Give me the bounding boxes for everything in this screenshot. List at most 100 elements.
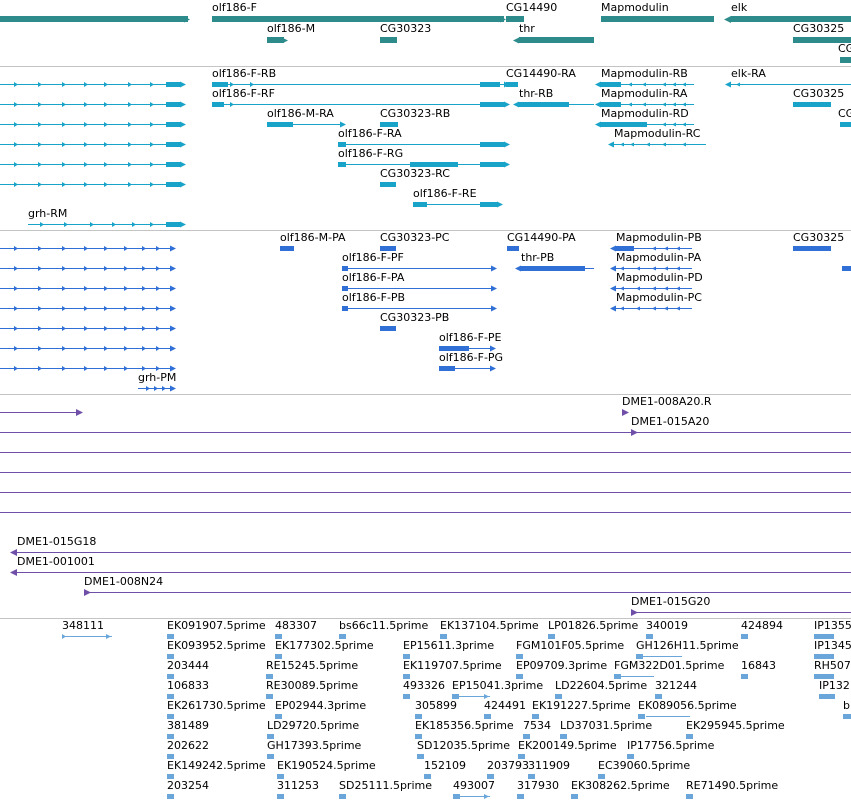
strand-arrow[interactable] [180,221,186,228]
ests-feature-label[interactable]: LD29720.5prime [267,720,359,732]
strand-arrow[interactable] [14,326,18,331]
strand-arrow[interactable] [620,286,624,291]
proteins-feature-label[interactable]: olf186-F-PB [342,292,405,304]
strand-arrow[interactable] [630,142,634,147]
exon-block[interactable] [480,102,504,107]
exon-block[interactable] [506,82,518,87]
strand-arrow[interactable] [156,346,160,351]
est-block[interactable] [686,794,693,799]
exon-block[interactable] [166,82,180,87]
ests-feature-label[interactable]: EK200149.5prime [518,740,617,752]
strand-arrow[interactable] [736,82,740,87]
ests-feature-label[interactable]: RE71490.5prime [686,780,778,792]
strand-arrow[interactable] [104,182,108,187]
strand-arrow[interactable] [62,162,66,167]
ests-feature-label[interactable]: EK137104.5prime [440,620,539,632]
strand-arrow[interactable] [128,162,132,167]
transcripts-feature-label[interactable]: olf186-F-RB [212,68,276,80]
strand-arrow[interactable] [497,201,503,208]
strand-arrow[interactable] [662,122,666,127]
est-block[interactable] [339,794,346,799]
proteins-feature-label[interactable]: olf186-F-PE [439,332,502,344]
gene-glyph[interactable] [0,16,188,22]
genes-feature-label[interactable]: CG30325 [793,23,844,35]
exon-block[interactable] [413,202,427,207]
transcripts-feature-label[interactable]: CG14490-RA [506,68,576,80]
strand-arrow[interactable] [104,266,108,271]
strand-arrow[interactable] [676,286,680,291]
genes-feature-label[interactable]: olf186-F [212,2,257,14]
transcripts-feature-label[interactable]: olf186-F-RA [338,128,402,140]
genes-feature-label[interactable]: elk [731,2,747,14]
ests-feature-label[interactable]: 311909 [528,760,570,772]
ests-feature-label[interactable]: IP132 [819,680,850,692]
strand-arrow[interactable] [672,102,676,107]
strand-arrow[interactable] [128,102,132,107]
strand-arrow[interactable] [170,385,176,392]
ests-feature-label[interactable]: EK190524.5prime [277,760,376,772]
strand-arrow[interactable] [14,306,18,311]
genes-feature-label[interactable]: Mapmodulin [601,2,669,14]
strand-arrow[interactable] [230,102,234,107]
ests-feature-label[interactable]: EP15041.3prime [452,680,543,692]
strand-arrow[interactable] [142,246,146,251]
ests-feature-label[interactable]: SD25111.5prime [339,780,432,792]
exon-block[interactable] [166,182,180,187]
strand-arrow[interactable] [491,285,497,292]
exon-block[interactable] [519,102,569,107]
ests-feature-label[interactable]: 348111 [62,620,104,632]
strand-arrow[interactable] [14,346,18,351]
strand-arrow[interactable] [664,306,668,311]
est-block[interactable] [277,794,284,799]
gene-glyph[interactable] [840,57,851,63]
strand-arrow[interactable] [10,569,17,576]
strand-arrow[interactable] [664,266,668,271]
strand-arrow[interactable] [84,589,91,596]
ests-feature-label[interactable]: 203793 [487,760,529,772]
exon-block[interactable] [166,162,180,167]
strand-arrow[interactable] [491,265,497,272]
strand-arrow[interactable] [662,82,666,87]
strand-arrow[interactable] [636,306,640,311]
ests-feature-label[interactable]: 381489 [167,720,209,732]
strand-arrow[interactable] [84,82,88,87]
strand-arrow[interactable] [14,122,18,127]
strand-arrow[interactable] [62,102,66,107]
strand-arrow[interactable] [150,182,154,187]
exon-block[interactable] [521,266,585,271]
strand-arrow[interactable] [14,102,18,107]
ests-feature-label[interactable]: GH17393.5prime [267,740,361,752]
strand-arrow[interactable] [676,266,680,271]
strand-arrow[interactable] [104,102,108,107]
proteins-feature-label[interactable]: Mapmodulin-PD [616,272,703,284]
ests-feature-label[interactable]: EP09709.3prime [516,660,607,672]
exon-block[interactable] [380,182,396,187]
strand-arrow[interactable] [682,102,686,107]
ests-feature-label[interactable]: 16843 [741,660,776,672]
strand-arrow[interactable] [682,82,686,87]
strand-arrow[interactable] [150,222,154,227]
strand-arrow[interactable] [162,386,166,391]
ests-feature-label[interactable]: GH126H11.5prime [636,640,739,652]
strand-arrow[interactable] [620,142,624,147]
strand-arrow[interactable] [628,82,632,87]
strand-arrow[interactable] [84,306,88,311]
strand-arrow[interactable] [608,141,614,148]
strand-arrow[interactable] [504,161,510,168]
strand-arrow[interactable] [156,306,160,311]
strand-arrow[interactable] [180,161,186,168]
strand-arrow[interactable] [124,366,128,371]
proteins-feature-label[interactable]: thr-PB [521,252,554,264]
proteins-feature-label[interactable]: grh-PM [138,372,176,384]
strand-arrow[interactable] [283,38,288,43]
ests-feature-label[interactable]: 493326 [403,680,445,692]
strand-arrow[interactable] [682,122,686,127]
strand-arrow[interactable] [38,142,42,147]
strand-arrow[interactable] [620,266,624,271]
strand-arrow[interactable] [180,141,186,148]
strand-arrow[interactable] [622,409,629,416]
strand-arrow[interactable] [62,142,66,147]
strand-arrow[interactable] [106,634,111,639]
est-block[interactable] [741,674,748,679]
ests-feature-label[interactable]: EK177302.5prime [275,640,374,652]
